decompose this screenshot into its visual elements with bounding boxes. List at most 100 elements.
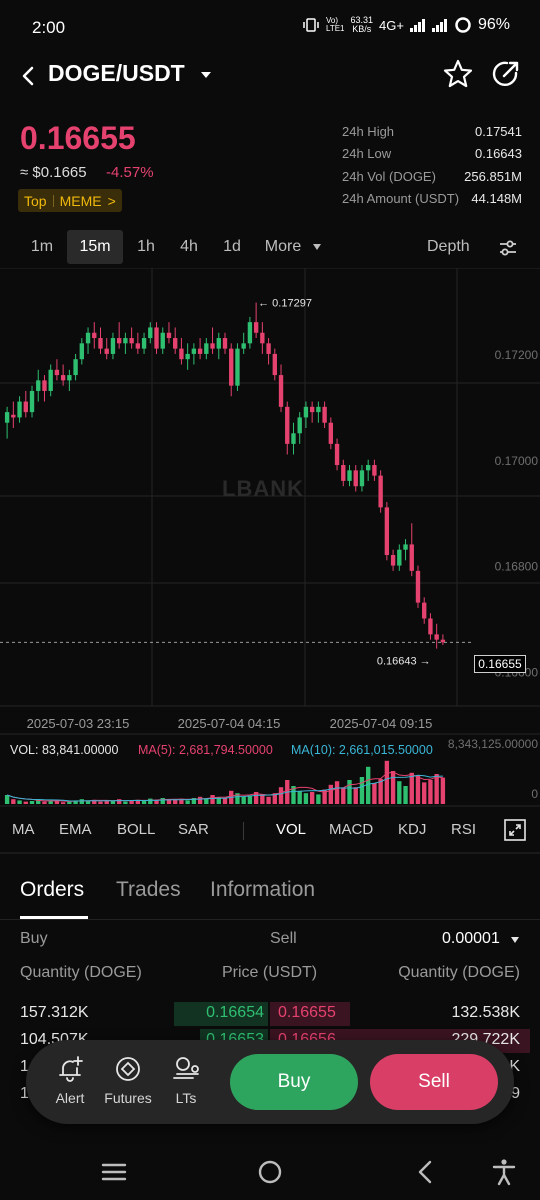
candle-body [48,369,53,391]
precision-select[interactable]: 0.00001 [442,930,500,948]
star-icon[interactable] [442,58,474,90]
lts-button[interactable]: LTs [160,1054,212,1106]
candle-body [253,322,259,333]
candle-body [403,544,408,550]
timeframe-1h[interactable]: 1h [126,230,166,264]
timeframe-4h[interactable]: 4h [169,230,209,264]
buy-side-label: Buy [20,930,48,947]
volume-bar [173,799,178,804]
timeframe-1d[interactable]: 1d [212,230,252,264]
chevron-down-icon[interactable] [200,70,212,80]
home-icon[interactable] [256,1158,284,1186]
candle-body [42,380,47,391]
volume-bar [79,799,84,804]
action-bar: Alert Futures LTs Buy Sell [26,1040,514,1124]
indicator-rsi[interactable]: RSI [451,821,476,838]
indicator-ma[interactable]: MA [12,821,35,838]
sliders-icon[interactable] [498,238,518,258]
tab-underline [20,916,88,919]
status-icons: Vo) LTE1 63.31 KB/s 4G+ 96% [302,16,510,34]
stat-row: 24h Low 0.16643 [342,143,522,166]
ma10-label: MA(10): 2,661,015.50000 [291,743,433,757]
volume-bar [4,795,10,804]
candle-body [341,465,346,481]
stat-label: 24h Low [342,146,392,162]
fullscreen-icon[interactable] [504,819,526,841]
volume-bar [67,801,72,804]
ask-price: 0.16655 [278,1004,336,1021]
candle-body [179,348,184,360]
candle-body [266,343,271,354]
orderbook-row[interactable]: 157.312K 0.16654 0.16655 132.538K [0,1000,540,1026]
chevron-down-icon[interactable] [510,936,520,944]
bell-plus-icon [59,1056,83,1082]
ma5-line [6,771,443,802]
buy-button[interactable]: Buy [230,1054,358,1110]
volume-bar [328,784,334,804]
volume-bar [434,774,439,804]
recent-apps-icon[interactable] [100,1158,128,1186]
sell-side-label: Sell [270,930,297,947]
indicator-vol[interactable]: VOL [276,821,306,838]
indicator-macd[interactable]: MACD [329,821,373,838]
volume-bar [297,790,302,804]
accessibility-icon[interactable] [490,1158,518,1186]
volume-bar [42,801,47,804]
battery-ring-icon [455,17,471,33]
status-time: 2:00 [32,18,66,37]
tag-chip[interactable]: Top MEME > [18,189,122,212]
candle-body [241,343,246,349]
volume-bar [160,798,165,804]
indicator-sar[interactable]: SAR [178,821,209,838]
volte-icon: Vo) LTE1 [325,16,345,33]
col-price: Price (USDT) [222,964,318,981]
tab-orders[interactable]: Orders [20,878,84,902]
x-tick-label: 2025-07-03 23:15 [27,716,130,731]
share-icon[interactable] [490,58,522,90]
lts-icon [173,1057,199,1079]
candle-body [98,338,103,349]
candlestick-chart[interactable]: 0.172000.170000.168000.166002025-07-03 2… [0,267,540,808]
tab-trades[interactable]: Trades [116,878,181,902]
alert-button[interactable]: Alert [44,1054,96,1106]
volume-bar [154,800,159,804]
bid-qty: 157.312K [20,1004,89,1021]
indicator-ema[interactable]: EMA [59,821,92,838]
candle-body [166,332,172,339]
volume-bar [309,792,315,804]
futures-button[interactable]: Futures [102,1054,154,1106]
timeframe-more[interactable]: More [260,230,306,264]
timeframe-15m[interactable]: 15m [67,230,123,264]
indicator-kdj[interactable]: KDJ [398,821,426,838]
indicator-boll[interactable]: BOLL [117,821,155,838]
chevron-down-icon[interactable] [312,243,322,251]
orderbook-side-header: Buy Sell 0.00001 [0,922,540,956]
divider [0,852,540,854]
back-icon[interactable] [18,62,38,90]
volume-bar [222,798,228,804]
volume-bar [390,771,396,804]
chart-svg[interactable]: 0.172000.170000.168000.166002025-07-03 2… [0,267,540,808]
timeframe-1m[interactable]: 1m [20,230,64,264]
depth-button[interactable]: Depth [427,230,470,264]
candle-body [415,570,421,603]
volume-bar [60,802,66,804]
chevron-right-icon: > [107,192,116,209]
alert-label: Alert [55,1090,85,1106]
sell-button[interactable]: Sell [370,1054,498,1110]
volume-bar [353,787,358,804]
lts-label: LTs [175,1090,197,1106]
candle-body [272,353,277,376]
back-nav-icon[interactable] [412,1158,440,1186]
candle-body [79,343,84,360]
tab-information[interactable]: Information [210,878,315,902]
price-change: -4.57% [106,164,154,181]
header: DOGE/USDT [0,56,540,96]
candle-body [378,475,383,508]
tabs: Orders Trades Information [0,860,540,920]
volume-bar [17,800,22,804]
indicator-bar: MA EMA BOLL SAR VOL MACD KDJ RSI [0,812,540,848]
pair-title[interactable]: DOGE/USDT [48,60,185,87]
candle-body [434,634,439,640]
battery-percent: 96% [477,16,510,33]
